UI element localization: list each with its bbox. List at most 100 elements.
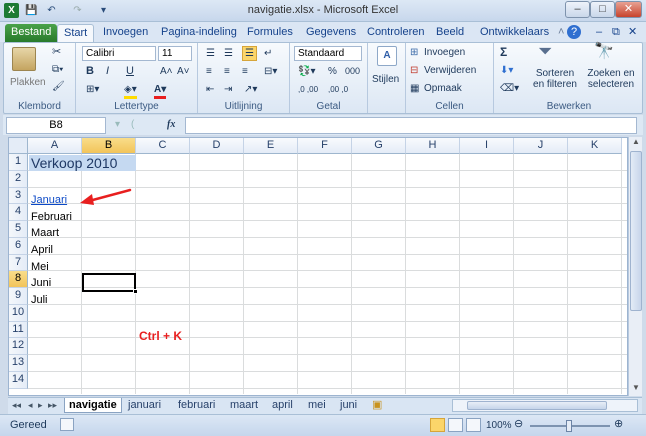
name-box-dropdown-icon[interactable]: ▾ xyxy=(115,118,120,131)
cell-a3-hyperlink[interactable]: Januari xyxy=(29,192,67,208)
thousands-button[interactable]: 000 xyxy=(345,65,360,78)
sheet-tab-februari[interactable]: februari xyxy=(178,398,215,413)
percent-button[interactable]: % xyxy=(328,65,337,78)
find-select-button[interactable]: Zoeken en selecteren xyxy=(582,68,640,90)
horizontal-scroll-thumb[interactable] xyxy=(467,401,607,410)
align-top-icon[interactable]: ☰ xyxy=(206,47,215,60)
align-middle-icon[interactable]: ☰ xyxy=(224,47,233,60)
cell-a7[interactable]: Mei xyxy=(29,259,49,275)
row-header-7[interactable]: 7 xyxy=(9,254,28,272)
zoom-level[interactable]: 100% xyxy=(486,419,512,432)
merge-center-icon[interactable]: ⊟▾ xyxy=(264,65,277,78)
column-header-b[interactable]: B xyxy=(82,138,136,154)
vertical-scrollbar[interactable]: ▲ ▼ xyxy=(628,137,642,396)
select-all-button[interactable] xyxy=(9,138,28,154)
row-header-14[interactable]: 14 xyxy=(9,371,28,389)
sort-filter-button[interactable]: Sorteren en filteren xyxy=(530,68,580,90)
sort-filter-icon[interactable]: ⏷ xyxy=(538,42,552,60)
worksheet-grid[interactable]: ABCDEFGHIJK 1 2 3 4 5 6 7 8 9 10 11 12 13 14 Verkoop … xyxy=(8,137,628,396)
zoom-in-icon[interactable]: ⊕ xyxy=(614,418,623,431)
name-box[interactable]: B8 xyxy=(6,117,106,134)
cell-a9[interactable]: Juli xyxy=(29,292,48,308)
number-format-select[interactable]: Standaard xyxy=(294,46,362,61)
shrink-font-button[interactable]: A˅ xyxy=(177,65,190,78)
border-icon[interactable]: ⊞▾ xyxy=(86,83,99,96)
sheet-nav-last-icon[interactable]: ▸▸ xyxy=(48,398,57,413)
tab-start[interactable]: Start xyxy=(57,24,95,42)
cut-icon[interactable]: ✂ xyxy=(52,46,61,59)
column-header-e[interactable]: E xyxy=(244,138,298,154)
row-header-12[interactable]: 12 xyxy=(9,338,28,355)
clear-icon[interactable]: ⌫▾ xyxy=(500,82,519,95)
row-header-5[interactable]: 5 xyxy=(9,221,28,238)
row-header-11[interactable]: 11 xyxy=(9,321,28,339)
sheet-tab-navigatie[interactable]: navigatie xyxy=(64,398,122,413)
minimize-button[interactable]: – xyxy=(565,1,590,18)
align-right-icon[interactable]: ≡ xyxy=(242,65,248,78)
normal-view-icon[interactable] xyxy=(430,418,445,432)
paste-icon[interactable] xyxy=(12,47,36,71)
row-header-9[interactable]: 9 xyxy=(9,288,28,305)
tab-ontwikkelaars[interactable]: Ontwikkelaars xyxy=(474,24,555,42)
orientation-icon[interactable]: ↗▾ xyxy=(244,83,257,96)
cell-a4[interactable]: Februari xyxy=(29,209,72,225)
column-header-d[interactable]: D xyxy=(190,138,244,154)
underline-button[interactable]: U xyxy=(126,65,134,78)
cell-a5[interactable]: Maart xyxy=(29,225,59,241)
close-button[interactable]: ✕ xyxy=(615,1,642,18)
column-header-j[interactable]: J xyxy=(514,138,568,154)
wrap-text-icon[interactable]: ↵ xyxy=(264,47,272,60)
zoom-out-icon[interactable]: ⊖ xyxy=(514,418,523,431)
sheet-tab-april[interactable]: april xyxy=(272,398,293,413)
row-header-6[interactable]: 6 xyxy=(9,237,28,255)
format-cells-icon[interactable]: ▦ xyxy=(410,82,419,95)
workbook-close-icon[interactable]: ✕ xyxy=(622,24,643,42)
delete-cells-button[interactable]: Verwijderen xyxy=(424,64,476,77)
delete-cells-icon[interactable]: ⊟ xyxy=(410,64,418,77)
horizontal-scrollbar[interactable] xyxy=(452,399,638,412)
format-cells-button[interactable]: Opmaak xyxy=(424,82,462,95)
insert-cells-icon[interactable]: ⊞ xyxy=(410,46,418,59)
decrease-indent-icon[interactable]: ⇤ xyxy=(206,83,214,96)
sheet-tab-juni[interactable]: juni xyxy=(340,398,357,413)
tab-beeld[interactable]: Beeld xyxy=(430,24,470,42)
column-header-c[interactable]: C xyxy=(136,138,190,154)
fill-color-icon[interactable]: ◈▾ xyxy=(124,83,137,99)
row-header-4[interactable]: 4 xyxy=(9,204,28,221)
tab-formules[interactable]: Formules xyxy=(241,24,299,42)
row-header-10[interactable]: 10 xyxy=(9,304,28,322)
styles-icon[interactable]: A xyxy=(377,46,397,66)
italic-button[interactable]: I xyxy=(106,65,109,78)
fill-handle[interactable] xyxy=(133,289,138,294)
help-icon[interactable]: ? xyxy=(567,25,582,39)
sheet-tab-mei[interactable]: mei xyxy=(308,398,326,413)
insert-function-button[interactable]: fx xyxy=(167,118,175,131)
column-header-h[interactable]: H xyxy=(406,138,460,154)
zoom-slider-thumb[interactable] xyxy=(566,420,572,432)
scroll-thumb[interactable] xyxy=(630,151,642,311)
tab-gegevens[interactable]: Gegevens xyxy=(300,24,362,42)
column-header-g[interactable]: G xyxy=(352,138,406,154)
align-left-icon[interactable]: ≡ xyxy=(206,65,212,78)
sheet-tab-maart[interactable]: maart xyxy=(230,398,258,413)
format-painter-icon[interactable]: 🖌 xyxy=(52,80,65,93)
cell-a8[interactable]: Juni xyxy=(29,275,51,291)
autosum-button[interactable]: Σ xyxy=(500,46,507,59)
tab-invoegen[interactable]: Invoegen xyxy=(97,24,154,42)
font-size-select[interactable]: 11 xyxy=(158,46,192,61)
tab-pagina-indeling[interactable]: Pagina-indeling xyxy=(155,24,243,42)
increase-indent-icon[interactable]: ⇥ xyxy=(224,83,232,96)
tab-bestand[interactable]: Bestand xyxy=(5,24,58,42)
row-header-2[interactable]: 2 xyxy=(9,170,28,188)
find-select-icon[interactable]: 🔭 xyxy=(594,44,614,60)
grow-font-button[interactable]: A˄ xyxy=(160,65,173,78)
copy-icon[interactable]: ⧉▾ xyxy=(52,63,63,76)
sheet-nav-next-icon[interactable]: ▸ xyxy=(38,398,43,413)
column-header-a[interactable]: A xyxy=(28,138,82,154)
cell-a6[interactable]: April xyxy=(29,242,53,258)
cancel-entry-icon[interactable]: ( xyxy=(131,118,134,131)
font-color-icon[interactable]: A▾ xyxy=(154,83,167,99)
increase-decimal-button[interactable]: ,0 ,00 xyxy=(298,83,318,96)
styles-button[interactable]: Stijlen xyxy=(372,73,399,86)
align-bottom-icon[interactable]: ☰ xyxy=(242,46,257,61)
